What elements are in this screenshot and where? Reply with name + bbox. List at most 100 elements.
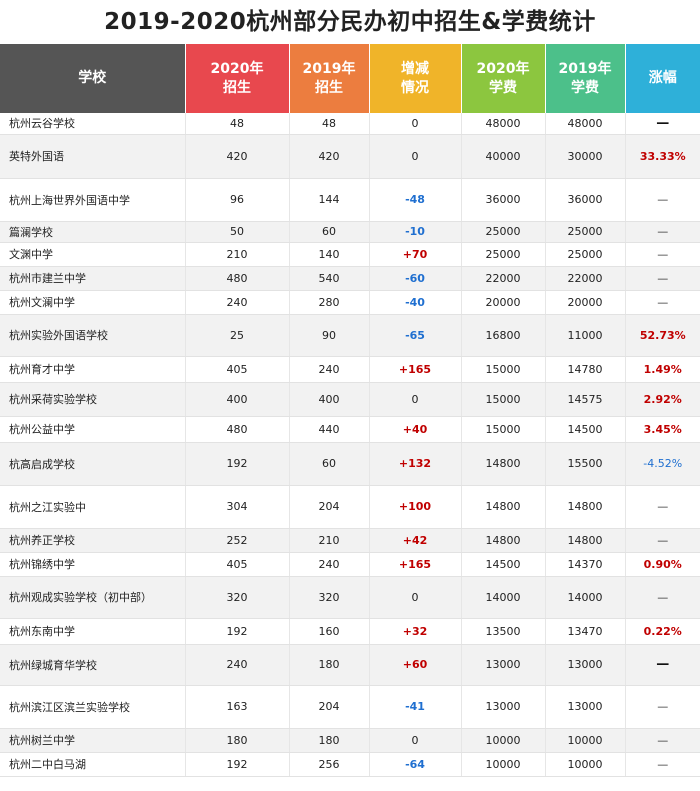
fee-2020-cell: 13500: [461, 618, 546, 645]
fee-2019-cell: 22000: [545, 266, 626, 291]
fee-2019-cell: 14000: [545, 576, 626, 619]
table-row: 杭高启成学校 192 60 +132 14800 15500 -4.52%: [0, 442, 700, 486]
rise-cell: —: [625, 752, 700, 777]
change-cell: +100: [369, 485, 462, 529]
rise-cell: —: [625, 728, 700, 753]
fee-2019-cell: 14780: [545, 356, 626, 383]
fee-2019-cell: 14800: [545, 485, 626, 529]
enroll-2020-cell: 400: [185, 382, 290, 417]
school-cell: 杭州二中白马湖: [0, 752, 186, 777]
school-cell: 杭州上海世界外国语中学: [0, 178, 186, 222]
school-cell: 杭州采荷实验学校: [0, 382, 186, 417]
school-cell: 杭州市建兰中学: [0, 266, 186, 291]
fee-2020-cell: 14800: [461, 485, 546, 529]
table-row: 杭州滨江区滨兰实验学校 163 204 -41 13000 13000—: [0, 685, 700, 729]
page: 2019-2020杭州部分民办初中招生&学费统计 学校 2020年 招生 2019…: [0, 0, 700, 791]
rise-cell: 2.92%: [625, 382, 700, 417]
rise-cell: 3.45%: [625, 416, 700, 443]
table-row: 杭州二中白马湖 192 256 -64 10000 10000—: [0, 752, 700, 777]
table-row: 杭州公益中学 480 440 +40 15000 14500 3.45%: [0, 416, 700, 443]
enroll-2019-cell: 144: [289, 178, 370, 222]
change-cell: 0: [369, 113, 462, 135]
header-fee-2020: 2020年 学费: [461, 44, 546, 113]
header-rise: 涨幅: [625, 44, 700, 113]
fee-2020-cell: 14800: [461, 528, 546, 553]
enroll-2019-cell: 180: [289, 728, 370, 753]
rise-cell: 52.73%: [625, 314, 700, 357]
change-cell: -64: [369, 752, 462, 777]
fee-2019-cell: 10000: [545, 752, 626, 777]
enroll-2019-cell: 60: [289, 442, 370, 486]
fee-2020-cell: 22000: [461, 266, 546, 291]
enroll-2019-cell: 400: [289, 382, 370, 417]
enroll-2019-cell: 160: [289, 618, 370, 645]
enroll-2020-cell: 480: [185, 416, 290, 443]
fee-2020-cell: 16800: [461, 314, 546, 357]
enroll-2020-cell: 210: [185, 242, 290, 267]
fee-2020-cell: 15000: [461, 416, 546, 443]
enroll-2019-cell: 60: [289, 221, 370, 243]
header-change: 增减 情况: [369, 44, 462, 113]
school-cell: 杭州云谷学校: [0, 113, 186, 135]
fee-2020-cell: 15000: [461, 356, 546, 383]
enroll-2020-cell: 240: [185, 290, 290, 315]
fee-2020-cell: 14800: [461, 442, 546, 486]
fee-2019-cell: 20000: [545, 290, 626, 315]
table-row: 英特外国语 420 420 0 40000 30000 33.33%: [0, 134, 700, 179]
fee-2019-cell: 14800: [545, 528, 626, 553]
enroll-2019-cell: 210: [289, 528, 370, 553]
change-cell: +132: [369, 442, 462, 486]
enroll-2019-cell: 48: [289, 113, 370, 135]
school-cell: 杭州育才中学: [0, 356, 186, 383]
enroll-2020-cell: 240: [185, 644, 290, 686]
enroll-2020-cell: 480: [185, 266, 290, 291]
enroll-2020-cell: 304: [185, 485, 290, 529]
enroll-2019-cell: 280: [289, 290, 370, 315]
enroll-2020-cell: 163: [185, 685, 290, 729]
rise-cell: —: [625, 576, 700, 619]
header-row: 学校 2020年 招生 2019年 招生 增减 情况 2020年 学费 2019年 学费 …: [0, 44, 700, 113]
fee-2020-cell: 10000: [461, 752, 546, 777]
table-row: 杭州市建兰中学 480 540 -60 22000 22000—: [0, 266, 700, 291]
enroll-2020-cell: 320: [185, 576, 290, 619]
tuition-table: 学校 2020年 招生 2019年 招生 增减 情况 2020年 学费 2019年 学费 …: [0, 44, 700, 777]
enroll-2020-cell: 25: [185, 314, 290, 357]
fee-2019-cell: 13470: [545, 618, 626, 645]
school-cell: 杭州东南中学: [0, 618, 186, 645]
fee-2019-cell: 48000: [545, 113, 626, 135]
school-cell: 篇澜学校: [0, 221, 186, 243]
fee-2020-cell: 40000: [461, 134, 546, 179]
enroll-2019-cell: 204: [289, 485, 370, 529]
table-row: 杭州锦绣中学 405 240 +165 14500 14370 0.90%: [0, 552, 700, 577]
enroll-2020-cell: 252: [185, 528, 290, 553]
enroll-2019-cell: 240: [289, 552, 370, 577]
enroll-2020-cell: 48: [185, 113, 290, 135]
rise-cell: —: [625, 266, 700, 291]
enroll-2020-cell: 96: [185, 178, 290, 222]
change-cell: +42: [369, 528, 462, 553]
rise-cell: —: [625, 644, 700, 686]
fee-2019-cell: 13000: [545, 644, 626, 686]
change-cell: +165: [369, 552, 462, 577]
fee-2020-cell: 48000: [461, 113, 546, 135]
school-cell: 杭州公益中学: [0, 416, 186, 443]
fee-2019-cell: 13000: [545, 685, 626, 729]
page-title: 2019-2020杭州部分民办初中招生&学费统计: [104, 9, 596, 35]
school-cell: 杭州滨江区滨兰实验学校: [0, 685, 186, 729]
rise-cell: —: [625, 113, 700, 135]
table-row: 杭州观成实验学校（初中部） 320 320 0 14000 14000—: [0, 576, 700, 619]
table-row: 杭州文澜中学 240 280 -40 20000 20000—: [0, 290, 700, 315]
change-cell: 0: [369, 576, 462, 619]
header-enroll-2020: 2020年 招生: [185, 44, 290, 113]
school-cell: 杭州锦绣中学: [0, 552, 186, 577]
change-cell: +32: [369, 618, 462, 645]
rise-cell: —: [625, 242, 700, 267]
school-cell: 杭州绿城育华学校: [0, 644, 186, 686]
rise-cell: —: [625, 685, 700, 729]
table-row: 杭州云谷学校 48 48 0 48000 48000—: [0, 113, 700, 135]
enroll-2020-cell: 405: [185, 552, 290, 577]
fee-2019-cell: 25000: [545, 242, 626, 267]
enroll-2020-cell: 180: [185, 728, 290, 753]
rise-cell: -4.52%: [625, 442, 700, 486]
fee-2020-cell: 20000: [461, 290, 546, 315]
